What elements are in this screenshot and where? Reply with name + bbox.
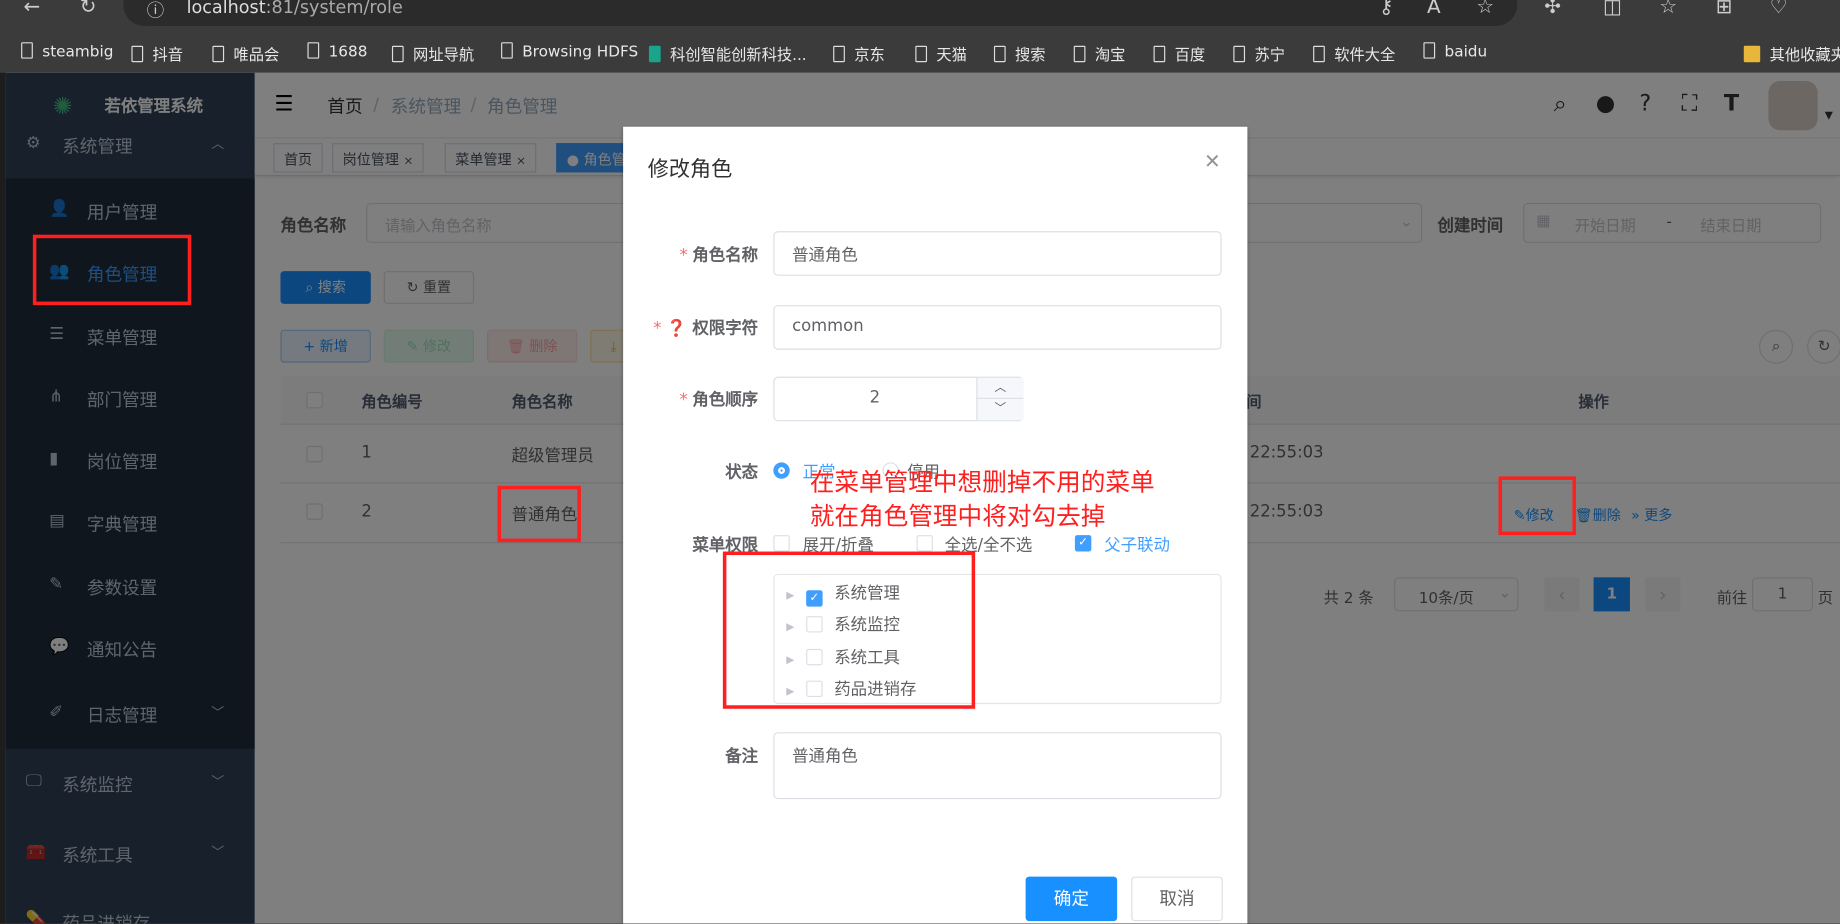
extensions-icon[interactable]: ✣ [1544,0,1561,19]
label-text: 权限字符 [692,319,759,338]
status-label: 状态 [725,463,759,483]
page-icon [833,45,845,63]
select-all-checkbox[interactable] [916,535,933,552]
bookmark-label: 苏宁 [1254,46,1285,65]
parent-child-link-checkbox[interactable]: ✓ [1074,535,1092,552]
label-text: 角色名称 [692,246,759,266]
status-radio-normal[interactable] [773,462,790,479]
annotation-box [497,485,581,543]
other-bookmarks[interactable]: 其他收藏夹 [1743,42,1840,65]
bookmark[interactable]: 淘宝 [1073,42,1126,65]
bookmark[interactable]: 1688 [307,42,367,61]
bookmarks-bar: steambig 抖音 唯品会 1688 网址导航 Browsing HDFS … [0,35,1840,69]
bookmark-label: 抖音 [152,46,184,65]
favorites-icon[interactable]: ☆ [1659,0,1677,19]
browser-toolbar: ← ↻ ⓘ localhost:81/system/role ⚷ A ☆ ✣ ◫… [0,0,1840,33]
confirm-button[interactable]: 确定 [1025,876,1118,922]
page-icon [391,45,404,63]
role-name-input[interactable]: 普通角色 [773,231,1222,276]
read-aloud-icon[interactable]: A [1427,0,1441,19]
star-icon[interactable]: ☆ [1476,0,1494,19]
annotation-box [1498,476,1576,536]
annotation-line: 在菜单管理中想删掉不用的菜单 [809,468,1155,497]
back-icon[interactable]: ← [23,0,40,19]
page-icon [915,45,928,63]
page-icon [307,42,320,59]
bookmark[interactable]: 苏宁 [1233,42,1285,65]
bookmark-label: 1688 [328,43,368,62]
site-icon [648,45,661,63]
bookmark[interactable]: 百度 [1153,42,1206,65]
bookmark-label: baidu [1444,43,1488,62]
page-icon [1073,45,1086,63]
bookmark-label: 百度 [1174,46,1206,65]
page-icon [1313,45,1325,63]
cancel-button[interactable]: 取消 [1131,876,1223,922]
bookmark[interactable]: Browsing HDFS [501,42,638,61]
bookmark-label: 软件大全 [1334,46,1396,65]
annotation-text: 在菜单管理中想删掉不用的菜单 就在角色管理中将对勾去掉 [810,466,1155,534]
decrease-button[interactable]: ﹀ [976,398,1024,421]
bookmark-label: 网址导航 [413,46,475,65]
bookmark-label: 天猫 [936,46,967,65]
role-sort-label: * 角色顺序 [679,390,759,410]
remark-label: 备注 [725,747,759,767]
bookmark[interactable]: baidu [1423,42,1487,61]
bookmark[interactable]: 科创智能创新科技... [648,42,807,65]
page-icon [1233,45,1246,63]
page-icon [212,45,225,63]
annotation-line: 就在角色管理中将对勾去掉 [809,502,1106,531]
bookmark[interactable]: steambig [21,42,113,61]
bookmark[interactable]: 抖音 [131,42,184,65]
health-icon[interactable]: ♡ [1770,0,1788,19]
role-key-label: * ❓ 权限字符 [653,319,759,338]
annotation-box [32,234,192,306]
expand-collapse-checkbox[interactable] [773,535,790,552]
key-icon[interactable]: ⚷ [1379,0,1394,19]
bookmark-label: 京东 [854,46,885,65]
page-icon [21,42,33,59]
page-icon [131,45,144,63]
stepper-value: 2 [869,388,881,408]
checkbox-label: 父子联动 [1104,536,1170,556]
url-path: :81/system/role [265,0,403,18]
bookmark-label: 淘宝 [1094,46,1126,65]
page-icon [1423,42,1436,59]
refresh-icon[interactable]: ↻ [80,0,97,19]
close-icon[interactable]: ✕ [1204,150,1221,173]
split-screen-icon[interactable]: ◫ [1603,0,1622,19]
role-key-input[interactable]: common [773,305,1222,350]
role-sort-stepper[interactable]: 2 ︿ ﹀ [773,376,1024,422]
increase-button[interactable]: ︿ [976,377,1024,399]
url-host: localhost [186,0,266,18]
question-icon[interactable]: ❓ [666,319,686,338]
label-text: 角色顺序 [692,390,759,410]
bookmark[interactable]: 唯品会 [212,42,280,65]
folder-icon [1743,45,1761,63]
bookmark[interactable]: 天猫 [915,42,967,65]
page-icon [1153,45,1166,63]
bookmark[interactable]: 网址导航 [391,42,475,65]
address-bar[interactable]: ⓘ localhost:81/system/role [123,0,1518,26]
bookmark-label: steambig [42,43,114,62]
bookmark[interactable]: 京东 [833,42,885,65]
dialog-title: 修改角色 [647,157,733,182]
collections-icon[interactable]: ⊞ [1716,0,1733,19]
page-icon [993,45,1006,63]
bookmark-label: Browsing HDFS [522,43,639,62]
bookmark-label: 科创智能创新科技... [670,46,807,65]
role-name-label: * 角色名称 [679,246,759,266]
remark-textarea[interactable]: 普通角色 [773,732,1222,800]
page-icon [501,42,513,59]
annotation-box [722,551,976,709]
bookmark[interactable]: 搜索 [993,42,1046,65]
bookmark-label: 其他收藏夹 [1769,46,1840,65]
bookmark-label: 搜索 [1015,46,1046,65]
info-icon: ⓘ [146,0,165,22]
bookmark[interactable]: 软件大全 [1313,42,1396,65]
bookmark-label: 唯品会 [233,46,280,65]
